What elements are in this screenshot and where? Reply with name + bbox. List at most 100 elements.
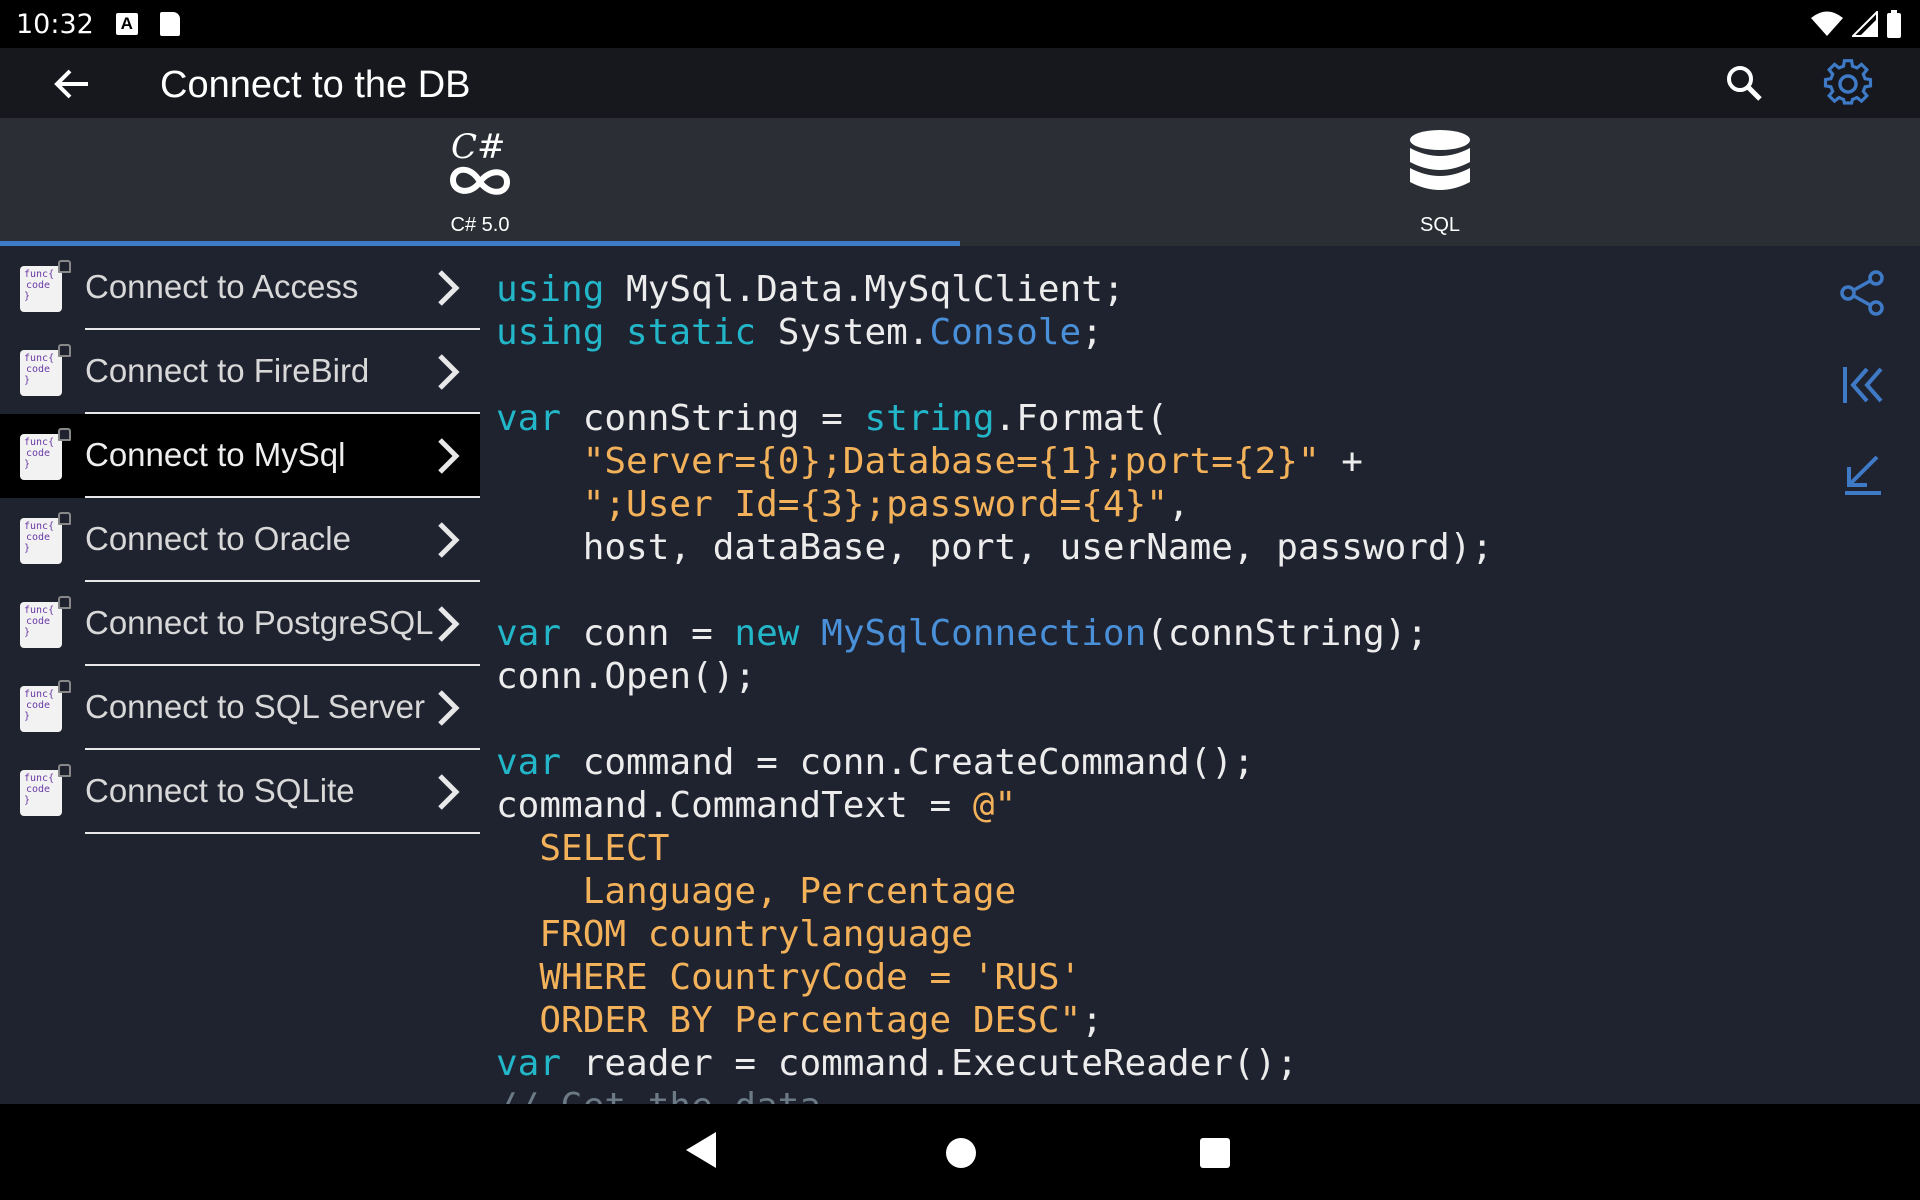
lock-icon [58, 260, 71, 273]
code-token: host, dataBase, port, userName, password… [496, 527, 1493, 568]
settings-button[interactable] [1822, 58, 1874, 110]
code-token: "Server={0};Database={1};port={2}" [582, 441, 1320, 482]
code-line: Language, Percentage [496, 870, 1820, 913]
list-item[interactable]: func{code} Connect to PostgreSQL [0, 582, 480, 666]
code-snippet-icon: func{code} [20, 260, 71, 312]
code-viewer[interactable]: using MySql.Data.MySqlClient; using stati… [480, 246, 1820, 1104]
code-line: using static System.Console; [496, 311, 1820, 354]
code-token: + [1319, 441, 1363, 482]
list-item[interactable]: func{code} Connect to SQL Server [0, 666, 480, 750]
code-line: using MySql.Data.MySqlClient; [496, 268, 1820, 311]
status-bar: 10:32 A [0, 0, 1920, 48]
code-line: ​ [496, 354, 1820, 397]
code-token: new [734, 613, 800, 654]
code-token: Language, Percentage [496, 871, 1017, 912]
chevron-right-icon [438, 270, 460, 306]
code-token: , [1167, 484, 1190, 525]
chevron-right-icon [438, 438, 460, 474]
search-button[interactable] [1722, 61, 1766, 105]
code-line: conn.Open(); [496, 655, 1820, 698]
code-snippet-icon: func{code} [20, 596, 71, 648]
code-line: ​ [496, 698, 1820, 741]
back-button[interactable] [50, 64, 94, 104]
code-token: reader = command.ExecuteReader(); [561, 1043, 1298, 1084]
code-token: var [496, 613, 562, 654]
battery-icon [1887, 10, 1901, 38]
code-token: ORDER BY Percentage DESC" [496, 1000, 1082, 1041]
share-button[interactable] [1838, 268, 1888, 318]
app-bar: Connect to the DB [0, 48, 1920, 118]
tab-bar: C# C# 5.0 SQL [0, 118, 1920, 246]
csharp-icon: C# [449, 127, 511, 195]
code-block: using MySql.Data.MySqlClient; using stati… [480, 246, 1820, 1104]
lock-icon [58, 680, 71, 693]
signal-icon [1852, 11, 1878, 37]
code-token: using [496, 269, 605, 310]
scroll-bottom-button[interactable] [1838, 450, 1888, 500]
list-item-label: Connect to FireBird [85, 352, 370, 389]
list-item[interactable]: func{code} Connect to Access [0, 246, 480, 330]
code-token: connString = [561, 398, 865, 439]
nav-home-button[interactable] [946, 1138, 976, 1168]
code-token: SELECT [496, 828, 670, 869]
share-icon [1840, 270, 1884, 316]
code-token: (connString); [1146, 613, 1429, 654]
navigation-bar [0, 1104, 1920, 1200]
tab-csharp[interactable]: C# C# 5.0 [0, 118, 960, 246]
code-token: FROM countrylanguage [496, 914, 973, 955]
list-item-label: Connect to SQLite [85, 772, 355, 809]
code-line: var connString = string.Format( [496, 397, 1820, 440]
scroll-bottom-icon [1845, 455, 1881, 495]
code-line: WHERE CountryCode = 'RUS' [496, 956, 1820, 999]
chevron-right-icon [438, 522, 460, 558]
code-snippet-icon: func{code} [20, 764, 71, 816]
code-line: command.CommandText = @" [496, 784, 1820, 827]
scroll-top-button[interactable] [1838, 360, 1888, 410]
code-token: conn = [561, 613, 735, 654]
gear-icon [1823, 59, 1873, 105]
code-line: var command = conn.CreateCommand(); [496, 741, 1820, 784]
chevron-right-icon [438, 354, 460, 390]
nav-recents-button[interactable] [1200, 1138, 1230, 1168]
code-token: System. [756, 312, 930, 353]
nav-back-button[interactable] [684, 1130, 718, 1170]
code-snippet-icon: func{code} [20, 428, 71, 480]
list-item[interactable]: func{code} Connect to Oracle [0, 498, 480, 582]
code-line: // Get the data [496, 1085, 1820, 1104]
sd-card-icon [159, 12, 180, 36]
scroll-top-icon [1843, 367, 1883, 403]
list-item[interactable]: func{code} Connect to FireBird [0, 330, 480, 414]
divider [85, 832, 480, 834]
code-snippet-icon: func{code} [20, 344, 71, 396]
tab-label-csharp: C# 5.0 [450, 214, 510, 236]
list-item-label: Connect to MySql [85, 436, 346, 473]
code-token: string [864, 398, 995, 439]
lock-icon [58, 512, 71, 525]
chevron-right-icon [438, 606, 460, 642]
list-item-label: Connect to Access [85, 268, 359, 305]
code-line: "Server={0};Database={1};port={2}" + [496, 440, 1820, 483]
code-token: var [496, 398, 562, 439]
status-time: 10:32 [16, 8, 94, 40]
database-icon [1410, 130, 1470, 190]
page-title: Connect to the DB [160, 64, 471, 106]
search-icon [1727, 66, 1762, 101]
list-item-label: Connect to PostgreSQL [85, 604, 434, 641]
a-icon: A [115, 13, 138, 35]
code-token: command.CommandText = [496, 785, 973, 826]
tab-sql[interactable]: SQL [960, 118, 1920, 246]
code-snippet-icon: func{code} [20, 680, 71, 732]
list-item[interactable]: func{code} Connect to SQLite [0, 750, 480, 834]
tab-label-sql: SQL [1419, 214, 1461, 236]
list-item-label: Connect to SQL Server [85, 688, 425, 725]
list-item[interactable]: func{code} Connect to MySql [0, 414, 480, 498]
code-line: FROM countrylanguage [496, 913, 1820, 956]
chevron-right-icon [438, 690, 460, 726]
code-line: var conn = new MySqlConnection(connStrin… [496, 612, 1820, 655]
code-line: ​ [496, 569, 1820, 612]
code-line: ORDER BY Percentage DESC"; [496, 999, 1820, 1042]
code-token: conn.Open(); [496, 656, 757, 697]
